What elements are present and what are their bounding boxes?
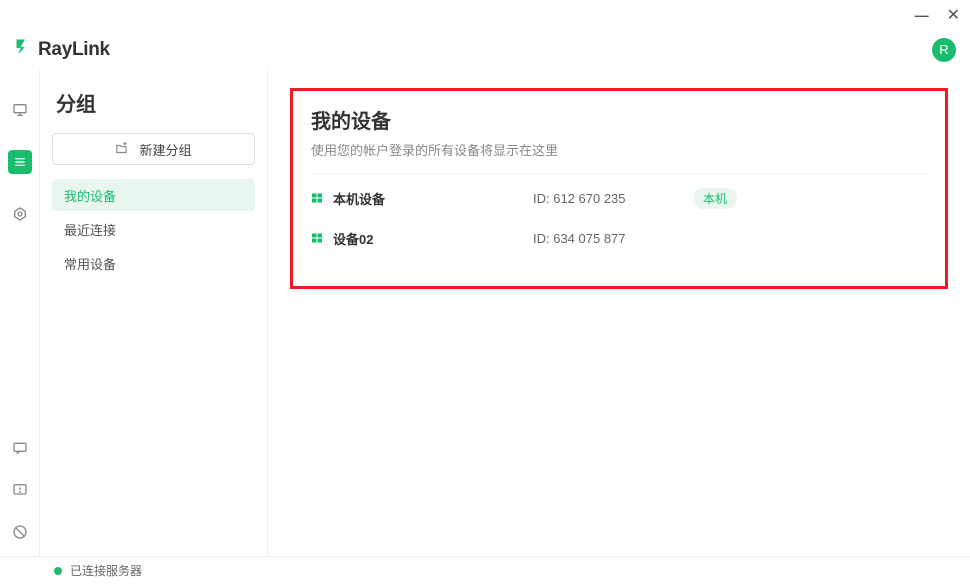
device-name: 设备02 — [333, 229, 533, 248]
sidebar-title: 分组 — [52, 88, 255, 117]
devices-panel: 我的设备 使用您的帐户登录的所有设备将显示在这里 本机设备ID: 612 670… — [290, 88, 948, 289]
minimize-button[interactable]: — — [915, 7, 929, 23]
sidebar-item-1[interactable]: 最近连接 — [52, 213, 255, 245]
rail-item-monitor[interactable] — [8, 98, 32, 122]
device-row[interactable]: 设备02ID: 634 075 877 — [311, 218, 927, 258]
status-text: 已连接服务器 — [70, 562, 142, 579]
main-subtitle: 使用您的帐户登录的所有设备将显示在这里 — [311, 140, 927, 159]
windows-icon — [311, 232, 333, 244]
main-title: 我的设备 — [311, 105, 927, 134]
window-titlebar: — ✕ — [0, 0, 970, 30]
rail-item-devices[interactable] — [8, 150, 32, 174]
sidebar: 分组 新建分组 我的设备最近连接常用设备 — [40, 70, 268, 556]
create-group-label: 新建分组 — [139, 140, 191, 159]
sidebar-item-0[interactable]: 我的设备 — [52, 179, 255, 211]
user-avatar[interactable]: R — [932, 38, 956, 62]
device-id: ID: 612 670 235 — [533, 191, 693, 206]
folder-plus-icon — [115, 142, 129, 156]
divider — [311, 173, 927, 174]
create-group-button[interactable]: 新建分组 — [52, 133, 255, 165]
rail-item-chat[interactable] — [8, 436, 32, 460]
app-logo: RayLink — [14, 37, 110, 62]
device-local-tag: 本机 — [693, 188, 737, 209]
rail-item-settings[interactable] — [8, 202, 32, 226]
sidebar-item-2[interactable]: 常用设备 — [52, 247, 255, 279]
device-name: 本机设备 — [333, 189, 533, 208]
app-header: RayLink R — [0, 30, 970, 70]
windows-icon — [311, 192, 333, 204]
close-button[interactable]: ✕ — [947, 5, 960, 25]
logo-text: RayLink — [38, 39, 110, 61]
device-row[interactable]: 本机设备ID: 612 670 235本机 — [311, 178, 927, 218]
device-id: ID: 634 075 877 — [533, 231, 693, 246]
logo-icon — [14, 37, 34, 62]
rail-item-help[interactable] — [8, 520, 32, 544]
nav-rail — [0, 70, 40, 556]
status-dot-icon — [54, 567, 62, 575]
rail-item-feedback[interactable] — [8, 478, 32, 502]
main-content: 我的设备 使用您的帐户登录的所有设备将显示在这里 本机设备ID: 612 670… — [268, 70, 970, 556]
status-bar: 已连接服务器 — [0, 556, 970, 584]
